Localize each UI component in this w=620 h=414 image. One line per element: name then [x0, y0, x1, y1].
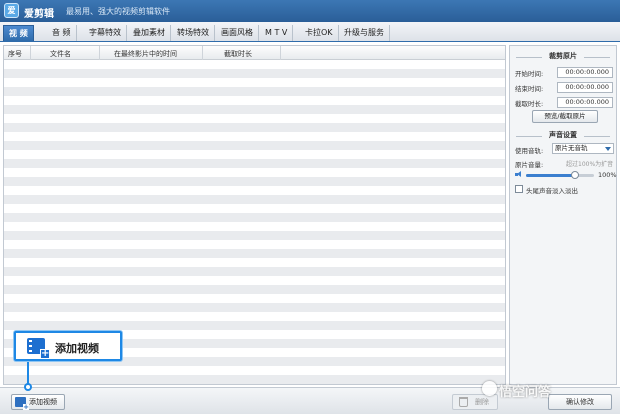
- column-header-filename[interactable]: 文件名: [50, 49, 71, 59]
- volume-percent: 100%: [598, 171, 617, 179]
- callout-pointer-dot: [24, 383, 32, 391]
- chevron-down-icon: [605, 147, 611, 151]
- app-tagline: 最易用、强大的视频剪辑软件: [66, 7, 170, 16]
- volume-label: 原片音量:: [515, 161, 544, 169]
- tab-audio[interactable]: 音 频: [47, 25, 77, 41]
- column-header-duration[interactable]: 截取时长: [224, 49, 252, 59]
- add-video-button[interactable]: 添加视频: [11, 394, 65, 410]
- tab-mtv[interactable]: M T V: [260, 25, 294, 41]
- volume-slider[interactable]: [526, 171, 594, 179]
- clip-section-title: 裁剪原片: [510, 51, 616, 63]
- watermark-text: 悟空问答: [499, 385, 552, 400]
- app-window: 爱 爱剪辑 最易用、强大的视频剪辑软件 视 频 音 频 字幕特效 叠加素材 转场…: [0, 0, 620, 414]
- volume-slider-thumb[interactable]: [570, 171, 579, 179]
- duration-label: 截取时长:: [515, 100, 544, 108]
- audio-track-select[interactable]: 原片无音轨: [552, 143, 614, 154]
- app-title: 爱剪辑: [24, 9, 54, 20]
- column-divider: [280, 46, 281, 60]
- tab-karaoke[interactable]: 卡拉OK: [300, 25, 339, 41]
- trash-icon: [459, 397, 468, 407]
- fade-checkbox-label[interactable]: 头尾声音淡入淡出: [526, 185, 578, 195]
- delete-button[interactable]: 删除: [452, 394, 498, 410]
- watermark-logo-icon: [482, 381, 497, 396]
- tab-upgrade-service[interactable]: 升级与服务: [339, 25, 390, 41]
- volume-hint: 超过100%为扩音: [566, 161, 614, 168]
- column-divider: [30, 46, 31, 60]
- column-divider: [202, 46, 203, 60]
- tab-bar: 视 频 音 频 字幕特效 叠加素材 转场特效 画面风格 M T V 卡拉OK 升…: [0, 22, 620, 42]
- clip-settings-panel: 裁剪原片 开始时间: 00:00:00.000 结束时间: 00:00:00.0…: [509, 45, 617, 385]
- divider: [516, 136, 542, 137]
- audio-section-title: 声音设置: [510, 130, 616, 142]
- add-video-callout: + 添加视频: [14, 331, 122, 361]
- tab-transition-effects[interactable]: 转场特效: [172, 25, 215, 41]
- start-time-label: 开始时间:: [515, 70, 544, 78]
- tab-subtitle-effects[interactable]: 字幕特效: [84, 25, 127, 41]
- fade-checkbox[interactable]: [515, 185, 523, 193]
- film-add-icon: [15, 397, 29, 410]
- title-bar: 爱 爱剪辑 最易用、强大的视频剪辑软件: [0, 0, 620, 22]
- list-header: 序号 文件名 在最终影片中的时间 截取时长: [4, 46, 505, 60]
- tab-picture-style[interactable]: 画面风格: [216, 25, 259, 41]
- audio-track-value: 原片无音轨: [555, 144, 588, 152]
- tab-overlay-material[interactable]: 叠加素材: [128, 25, 171, 41]
- volume-slider-fill: [526, 174, 575, 177]
- confirm-button[interactable]: 确认修改: [548, 394, 612, 410]
- callout-label: 添加视频: [55, 342, 99, 355]
- column-header-index[interactable]: 序号: [8, 49, 22, 59]
- preview-clip-button[interactable]: 预览/截取原片: [532, 110, 598, 123]
- start-time-field[interactable]: 00:00:00.000: [557, 67, 613, 78]
- film-add-icon: +: [27, 338, 50, 359]
- column-divider: [99, 46, 100, 60]
- divider: [584, 136, 610, 137]
- duration-field[interactable]: 00:00:00.000: [557, 97, 613, 108]
- end-time-label: 结束时间:: [515, 85, 544, 93]
- end-time-field[interactable]: 00:00:00.000: [557, 82, 613, 93]
- audio-track-label: 使用音轨:: [515, 147, 544, 155]
- speaker-icon: [515, 171, 523, 178]
- tab-video[interactable]: 视 频: [3, 25, 34, 41]
- column-header-final-time[interactable]: 在最终影片中的时间: [114, 49, 177, 59]
- divider: [516, 57, 542, 58]
- divider: [584, 57, 610, 58]
- app-logo-icon: 爱: [4, 3, 19, 18]
